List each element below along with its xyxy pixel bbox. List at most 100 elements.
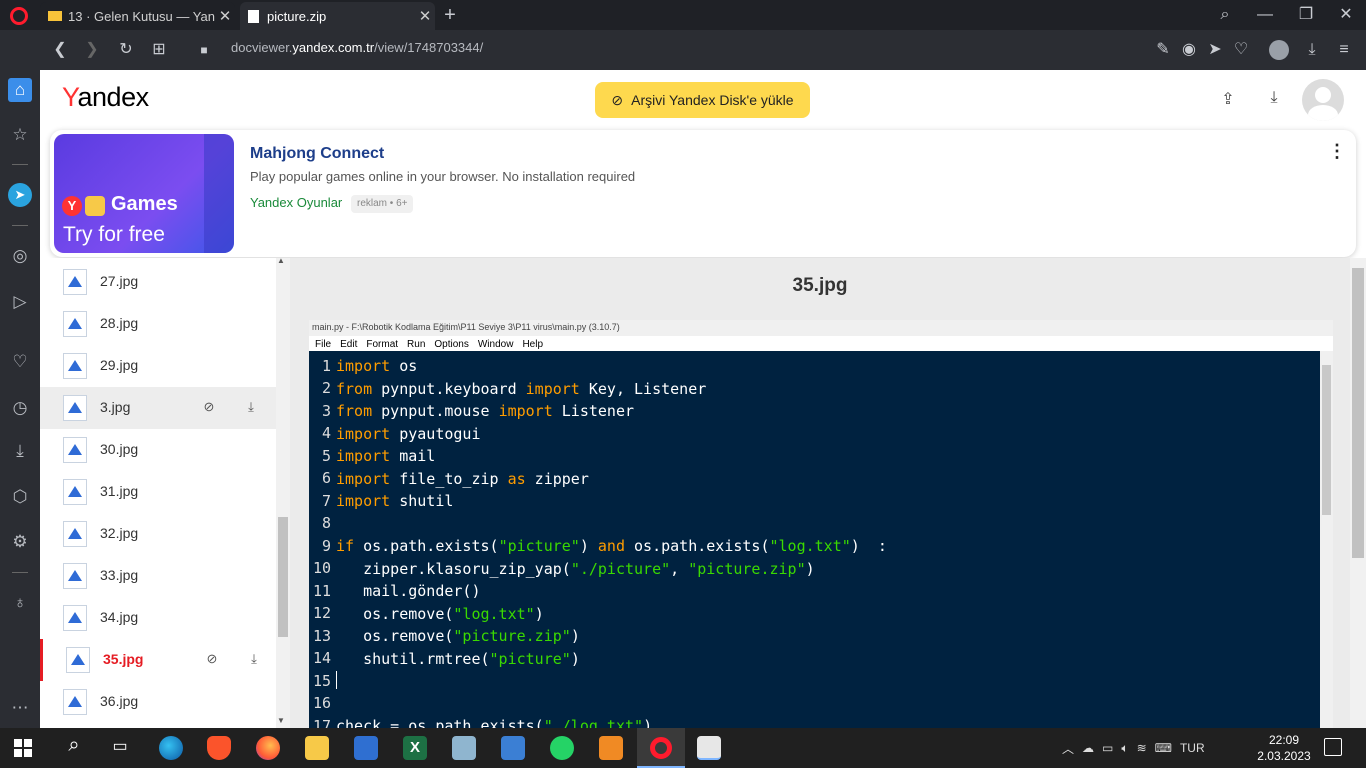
list-item[interactable]: 33.jpg (40, 555, 276, 597)
language-indicator[interactable]: TUR (1180, 741, 1205, 755)
new-tab-icon[interactable]: + (440, 5, 460, 25)
file-explorer-icon[interactable] (305, 736, 329, 760)
close-window-icon[interactable]: ✕ (1336, 5, 1356, 25)
ad-title[interactable]: Mahjong Connect (250, 145, 384, 163)
file-list-scrollbar[interactable] (276, 258, 290, 728)
list-item[interactable]: 32.jpg (40, 513, 276, 555)
ad-image[interactable]: Y Games Try for free (54, 134, 234, 253)
scroll-down-icon[interactable]: ▼ (277, 716, 285, 725)
ad-more-icon[interactable]: ⋮ (1328, 141, 1346, 161)
windows-start-icon[interactable] (14, 739, 32, 757)
file-list-scroll-thumb[interactable] (278, 517, 288, 637)
battery-icon[interactable]: ▭ (1102, 741, 1113, 755)
tab-mail[interactable]: 13 · Gelen Kutusu — Yande ✕ (40, 2, 235, 30)
list-item[interactable]: 27.jpg (40, 261, 276, 303)
image-file-icon (63, 689, 87, 715)
image-file-icon (63, 479, 87, 505)
clock[interactable]: 22:09 2.03.2023 (1255, 732, 1313, 764)
minimize-icon[interactable]: — (1255, 5, 1275, 25)
list-item[interactable]: 36.jpg (40, 681, 276, 723)
tips-bulb-icon[interactable]: ♁ (8, 591, 32, 615)
opera-taskbar-button[interactable] (637, 728, 685, 768)
opera-logo-icon[interactable] (10, 7, 28, 25)
line-number: 3 (321, 402, 331, 420)
list-item[interactable]: 29.jpg (40, 345, 276, 387)
player-icon[interactable]: ◎ (8, 244, 32, 268)
download-icon[interactable]: ⤓ (242, 399, 260, 417)
download-icon[interactable]: ⤓ (1265, 89, 1283, 109)
send-icon[interactable]: ➤ (1205, 40, 1225, 60)
profile-icon[interactable] (1269, 40, 1289, 60)
notifications-icon[interactable] (1324, 738, 1342, 756)
url-field[interactable]: docviewer.yandex.com.tr/view/1748703344/ (231, 40, 483, 55)
menu-icon[interactable]: ≡ (1334, 40, 1354, 60)
extensions-cube-icon[interactable]: ⬡ (8, 485, 32, 509)
brave-icon[interactable] (207, 736, 231, 760)
onedrive-icon[interactable]: ☁ (1082, 741, 1094, 755)
bookmark-heart-icon[interactable]: ♡ (1231, 40, 1251, 60)
save-to-disk-button[interactable]: ⊘ Arşivi Yandex Disk'e yükle (595, 82, 810, 118)
yandex-y-icon: Y (62, 196, 82, 216)
heart-icon[interactable]: ♡ (8, 350, 32, 374)
list-item[interactable]: 30.jpg (40, 429, 276, 471)
tab-picture-zip[interactable]: picture.zip ✕ (240, 2, 435, 30)
settings-gear-icon[interactable]: ⚙ (8, 530, 32, 554)
list-item[interactable]: 34.jpg (40, 597, 276, 639)
restore-icon[interactable]: ❐ (1296, 5, 1316, 25)
page-scroll-thumb[interactable] (1352, 268, 1364, 558)
app-window-icon[interactable] (354, 736, 378, 760)
search-icon[interactable]: ⌕ (62, 734, 86, 758)
list-item[interactable]: 31.jpg (40, 471, 276, 513)
tabs-grid-icon[interactable]: ⊞ (149, 40, 169, 60)
clock-date: 2.03.2023 (1257, 749, 1311, 763)
ad-badge: reklam • 6+ (351, 195, 414, 213)
keyboard-icon[interactable]: ⌨ (1155, 741, 1172, 755)
avatar[interactable] (1302, 79, 1344, 121)
list-item[interactable]: 28.jpg (40, 303, 276, 345)
volume-icon[interactable]: 🔈︎ (1121, 741, 1128, 756)
code-scroll-thumb (1322, 365, 1331, 515)
calculator-icon[interactable] (501, 736, 525, 760)
telegram-icon[interactable]: ➤ (8, 183, 32, 207)
tab-close-icon[interactable]: ✕ (415, 7, 435, 25)
download-icon[interactable]: ⤓ (245, 651, 263, 669)
share-icon[interactable]: ⇪ (1219, 89, 1237, 109)
yandex-logo[interactable]: Yandex (62, 82, 149, 113)
downloads-icon[interactable]: ⤓ (8, 439, 32, 463)
more-icon[interactable]: ⋯ (8, 696, 32, 720)
excel-icon[interactable]: X (403, 736, 427, 760)
ad-source[interactable]: Yandex Oyunlar (250, 195, 342, 210)
reload-icon[interactable]: ↻ (116, 40, 136, 60)
save-to-disk-icon[interactable]: ⊘ (203, 651, 221, 669)
task-view-icon[interactable]: ▭ (108, 736, 132, 760)
chevron-up-icon[interactable]: ︿ (1062, 740, 1074, 757)
back-icon[interactable]: ❮ (50, 40, 70, 60)
list-item-active[interactable]: 35.jpg ⊘ ⤓ (40, 639, 276, 681)
edge-icon[interactable] (159, 736, 183, 760)
firefox-icon[interactable] (256, 736, 280, 760)
file-name: 27.jpg (100, 273, 139, 289)
line-number: 10 (312, 559, 331, 577)
pdf-app-icon[interactable] (599, 736, 623, 760)
line-number: 14 (312, 649, 331, 667)
star-icon[interactable]: ☆ (8, 123, 32, 147)
idle-python-icon[interactable] (697, 736, 721, 760)
whatsapp-icon[interactable] (550, 736, 574, 760)
history-icon[interactable]: ◷ (8, 396, 32, 420)
idle-menu-item: Window (477, 339, 514, 350)
list-item[interactable]: 3.jpg ⊘ ⤓ (40, 387, 276, 429)
home-icon[interactable]: ⌂ (8, 78, 32, 102)
snapshot-icon[interactable]: ◉ (1179, 40, 1199, 60)
file-name: 35.jpg (103, 651, 144, 667)
wifi-icon[interactable]: ≋ (1137, 741, 1147, 755)
save-to-disk-icon[interactable]: ⊘ (200, 399, 218, 417)
share-icon[interactable]: ✎ (1153, 40, 1173, 60)
send-icon[interactable]: ▷ (8, 290, 32, 314)
scroll-up-icon[interactable]: ▲ (277, 256, 285, 265)
ad-banner[interactable] (50, 130, 1356, 257)
downloads-icon[interactable]: ⤓ (1302, 40, 1322, 60)
search-tabs-icon[interactable]: ⌕ (1215, 5, 1235, 25)
tab-close-icon[interactable]: ✕ (215, 7, 235, 25)
forward-icon[interactable]: ❯ (82, 40, 102, 60)
notes-icon[interactable] (452, 736, 476, 760)
